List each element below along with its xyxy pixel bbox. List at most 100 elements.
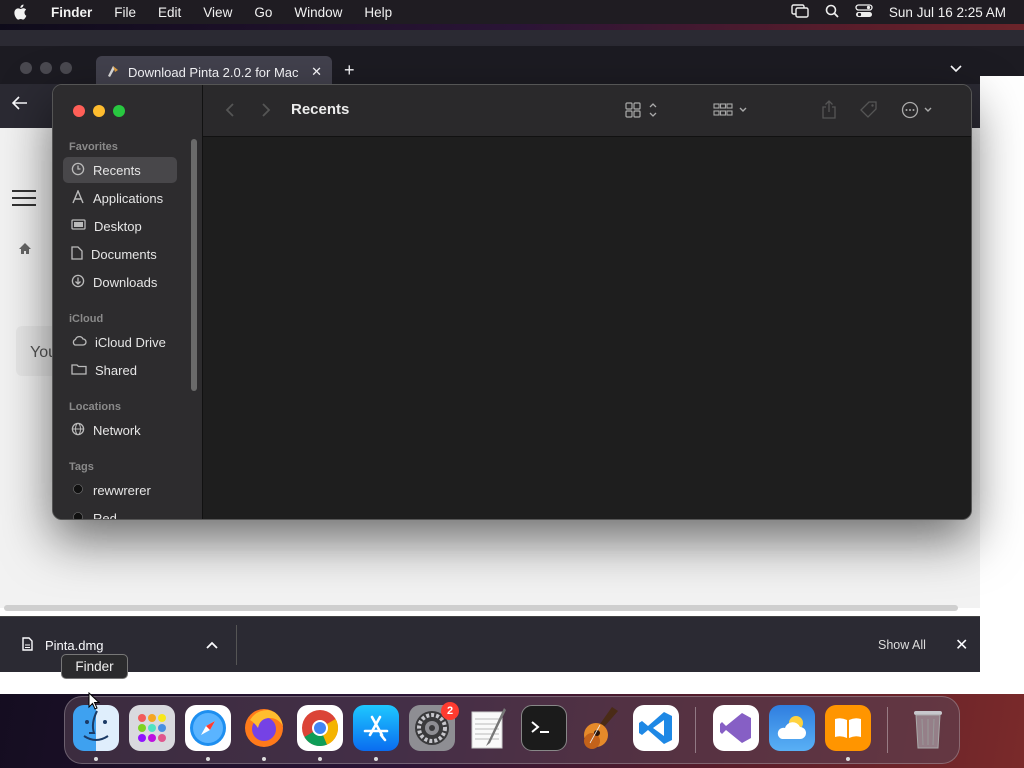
- sidebar-item-tag-rewwrerer[interactable]: rewwrerer: [63, 477, 177, 503]
- download-item[interactable]: Pinta.dmg: [22, 637, 104, 654]
- chrome-icon[interactable]: [297, 705, 343, 751]
- menu-view[interactable]: View: [192, 5, 243, 20]
- applications-icon: [71, 188, 85, 207]
- close-button[interactable]: [73, 105, 85, 117]
- dock-separator: [695, 707, 696, 753]
- download-icon: [71, 274, 85, 291]
- download-file-name: Pinta.dmg: [45, 638, 104, 653]
- menu-go[interactable]: Go: [243, 5, 283, 20]
- menu-bar: Finder File Edit View Go Window Help Sun…: [0, 0, 1024, 24]
- sidebar-item-network[interactable]: Network: [63, 417, 177, 443]
- finder-sidebar: Favorites Recents Applications Desktop D…: [53, 85, 203, 519]
- share-icon[interactable]: [821, 100, 837, 123]
- dock-tooltip: Finder: [61, 654, 128, 679]
- running-indicator: [846, 757, 850, 761]
- sidebar-item-recents[interactable]: Recents: [63, 157, 177, 183]
- menu-file[interactable]: File: [103, 5, 147, 20]
- sidebar-item-label: iCloud Drive: [95, 334, 166, 350]
- tag-icon[interactable]: [859, 100, 879, 123]
- show-all-downloads-button[interactable]: Show All: [878, 638, 926, 652]
- sidebar-item-documents[interactable]: Documents: [63, 241, 177, 267]
- chevron-up-icon[interactable]: [206, 637, 218, 652]
- app-store-icon[interactable]: [353, 705, 399, 751]
- new-tab-button[interactable]: +: [344, 60, 355, 81]
- menu-app-name[interactable]: Finder: [40, 5, 103, 20]
- sidebar-item-label: Applications: [93, 190, 164, 206]
- browser-close-button[interactable]: [20, 62, 32, 74]
- menu-window[interactable]: Window: [283, 5, 353, 20]
- spotlight-search-icon[interactable]: [825, 4, 839, 21]
- trash-icon[interactable]: [905, 705, 951, 751]
- dock: [64, 696, 960, 764]
- running-indicator: [206, 757, 210, 761]
- menu-clock[interactable]: Sun Jul 16 2:25 AM: [889, 5, 1006, 20]
- pinta-favicon-icon: [106, 64, 120, 81]
- finder-content-area[interactable]: [203, 137, 971, 519]
- sidebar-item-downloads[interactable]: Downloads: [63, 269, 177, 295]
- finder-toolbar: Recents: [203, 85, 971, 137]
- visual-studio-icon[interactable]: [713, 705, 759, 751]
- globe-icon: [71, 422, 85, 439]
- downloads-bar: Pinta.dmg Show All ✕: [0, 616, 980, 672]
- textedit-icon[interactable]: [465, 705, 511, 751]
- file-icon: [22, 637, 33, 654]
- launchpad-icon[interactable]: [129, 705, 175, 751]
- control-center-icon[interactable]: [855, 3, 873, 21]
- sidebar-header-tags: Tags: [69, 461, 94, 473]
- browser-right-edge: [980, 76, 1024, 694]
- close-downloads-bar-icon[interactable]: ✕: [955, 635, 968, 655]
- browser-tab-title: Download Pinta 2.0.2 for Mac: [128, 64, 299, 80]
- sidebar-header-locations: Locations: [69, 401, 121, 413]
- sidebar-header-icloud: iCloud: [69, 313, 104, 325]
- sidebar-item-desktop[interactable]: Desktop: [63, 213, 177, 239]
- sidebar-item-tag-red[interactable]: Red: [63, 505, 177, 519]
- document-icon: [71, 245, 83, 263]
- tab-close-icon[interactable]: ✕: [311, 64, 322, 80]
- safari-icon[interactable]: [185, 705, 231, 751]
- menu-edit[interactable]: Edit: [147, 5, 192, 20]
- browser-zoom-button[interactable]: [60, 62, 72, 74]
- sidebar-item-label: rewwrerer: [93, 482, 151, 498]
- shared-folder-icon: [71, 363, 87, 378]
- sidebar-item-shared[interactable]: Shared: [63, 357, 177, 383]
- weather-icon[interactable]: [769, 705, 815, 751]
- running-indicator: [374, 757, 378, 761]
- tag-dot-icon: [71, 510, 85, 519]
- horizontal-scrollbar[interactable]: [4, 605, 958, 611]
- vscode-icon[interactable]: [633, 705, 679, 751]
- clock-icon: [71, 162, 85, 179]
- sidebar-item-applications[interactable]: Applications: [63, 185, 177, 211]
- sidebar-item-label: Downloads: [93, 274, 158, 290]
- browser-window-controls: [20, 62, 72, 74]
- browser-titlebar: [0, 30, 1024, 46]
- menu-help[interactable]: Help: [353, 5, 403, 20]
- sidebar-scrollbar[interactable]: [191, 139, 197, 391]
- list-all-tabs-icon[interactable]: [950, 62, 962, 76]
- finder-window-controls: [73, 105, 125, 117]
- sidebar-item-label: Shared: [95, 362, 137, 378]
- screen-mirroring-icon[interactable]: [791, 3, 809, 21]
- firefox-icon[interactable]: [241, 705, 287, 751]
- sidebar-item-label: Recents: [93, 162, 141, 178]
- icon-view-icon[interactable]: [625, 102, 659, 121]
- back-arrow-icon[interactable]: [11, 96, 28, 115]
- garageband-icon[interactable]: [577, 705, 623, 751]
- sidebar-header-favorites: Favorites: [69, 141, 118, 153]
- cloud-icon: [71, 335, 87, 350]
- terminal-icon[interactable]: [521, 705, 567, 751]
- sidebar-item-label: Network: [93, 422, 141, 438]
- minimize-button[interactable]: [93, 105, 105, 117]
- books-icon[interactable]: [825, 705, 871, 751]
- breadcrumb-home-icon[interactable]: [18, 242, 32, 258]
- hamburger-menu-icon[interactable]: [12, 190, 36, 211]
- browser-minimize-button[interactable]: [40, 62, 52, 74]
- sidebar-item-icloud-drive[interactable]: iCloud Drive: [63, 329, 177, 355]
- notification-badge: 2: [441, 702, 459, 720]
- desktop-icon: [71, 218, 86, 234]
- more-actions-icon[interactable]: [901, 101, 935, 122]
- back-icon[interactable]: [225, 102, 235, 121]
- zoom-button[interactable]: [113, 105, 125, 117]
- group-by-icon[interactable]: [713, 102, 749, 121]
- apple-menu-icon[interactable]: [0, 4, 40, 20]
- forward-icon[interactable]: [261, 102, 271, 121]
